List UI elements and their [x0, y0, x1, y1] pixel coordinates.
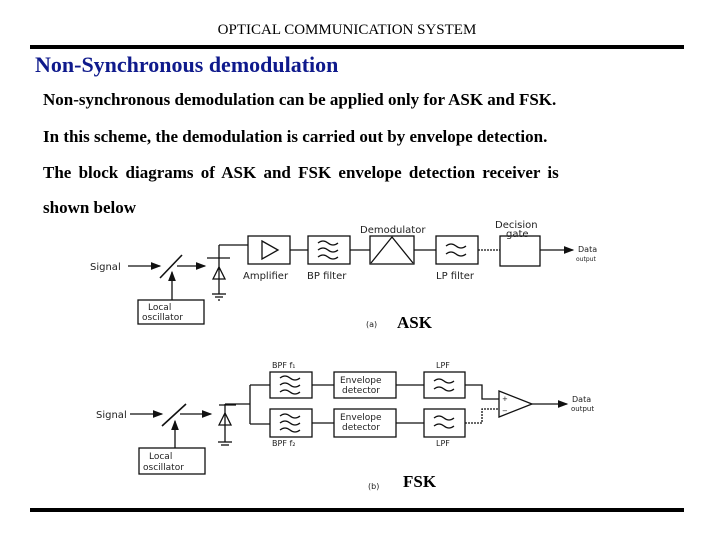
- local-oscillator-box: [137, 299, 205, 325]
- lpf1-label: LPF: [436, 361, 450, 370]
- lp-filter-box: [435, 235, 479, 265]
- envelope-detector-1-box: [333, 371, 397, 399]
- comparator-icon: [498, 390, 534, 418]
- comparator-plus: +: [502, 395, 508, 403]
- header-title: OPTICAL COMMUNICATION SYSTEM: [217, 22, 477, 38]
- data-output-label-1: Data: [572, 395, 591, 404]
- coupler: [161, 403, 187, 427]
- bpf2-box: [269, 408, 313, 438]
- amplifier-box: [247, 235, 291, 265]
- bp-filter-box: [307, 235, 351, 265]
- lo-label-2: oscillator: [143, 463, 184, 473]
- figure-tag-a: (a): [366, 320, 377, 329]
- fsk-caption: FSK: [403, 472, 437, 491]
- top-rule: [30, 45, 684, 49]
- data-output-label-2: output: [571, 405, 594, 413]
- bp-filter-icon: [317, 240, 339, 260]
- comparator-minus: −: [502, 407, 508, 415]
- bp-filter-label: BP filter: [307, 271, 347, 282]
- lpf2-label: LPF: [436, 439, 450, 448]
- envelope-detector-2-label-1: Envelope: [340, 413, 382, 423]
- figure-tag-b: (b): [368, 482, 379, 491]
- photodiode-icon: [217, 411, 233, 426]
- envelope-detector-2-label-2: detector: [342, 423, 380, 433]
- bpf1-box: [269, 371, 313, 399]
- envelope-detector-1-label-1: Envelope: [340, 376, 382, 386]
- data-output-label-1: Data: [578, 245, 597, 254]
- data-output-label-2: output: [576, 256, 596, 263]
- paragraph-line: The block diagrams of ASK and FSK envelo…: [43, 163, 559, 182]
- bpf1-label: BPF f₁: [272, 361, 295, 370]
- local-oscillator-box: [138, 447, 206, 475]
- signal-label: Signal: [90, 262, 121, 273]
- ask-caption: ASK: [397, 313, 433, 332]
- amplifier-icon: [261, 239, 280, 261]
- amplifier-label: Amplifier: [243, 271, 289, 282]
- envelope-detector-2-box: [333, 408, 397, 438]
- signal-label: Signal: [96, 410, 127, 421]
- decision-gate-label-1: Decision: [495, 220, 538, 231]
- lpf2-box: [423, 408, 466, 438]
- lo-label-2: oscillator: [142, 313, 183, 323]
- lp-filter-label: LP filter: [436, 271, 475, 282]
- coupler: [159, 254, 183, 279]
- ask-block-diagram: Signal Local oscillator Amplifier BP fil…: [90, 220, 597, 332]
- bottom-rule: [30, 508, 684, 512]
- demodulator-icon: [370, 235, 414, 264]
- decision-gate-box: [499, 235, 541, 267]
- fsk-block-diagram: Signal Local oscillator BPF f₁ BPF f₂ En…: [96, 361, 594, 491]
- lp-filter-icon: [445, 243, 467, 257]
- slide-title: Non-Synchronous demodulation: [35, 52, 339, 77]
- paragraph-line: shown below: [43, 198, 137, 217]
- bpf2-label: BPF f₂: [272, 439, 295, 448]
- demodulator-label: Demodulator: [360, 225, 426, 236]
- paragraph-line: Non-synchronous demodulation can be appl…: [43, 90, 557, 109]
- bpf2-icon: [279, 413, 301, 433]
- paragraph-line: In this scheme, the demodulation is carr…: [43, 127, 548, 146]
- bpf1-icon: [279, 375, 301, 395]
- decision-gate-label-2: gate: [506, 229, 529, 240]
- photodiode-icon: [211, 265, 227, 280]
- lpf1-icon: [433, 378, 455, 392]
- lpf2-icon: [433, 415, 455, 429]
- demodulator-box: [369, 235, 415, 265]
- lo-label-1: Local: [149, 452, 172, 462]
- lpf1-box: [423, 371, 466, 399]
- lo-label-1: Local: [148, 303, 171, 313]
- envelope-detector-1-label-2: detector: [342, 386, 380, 396]
